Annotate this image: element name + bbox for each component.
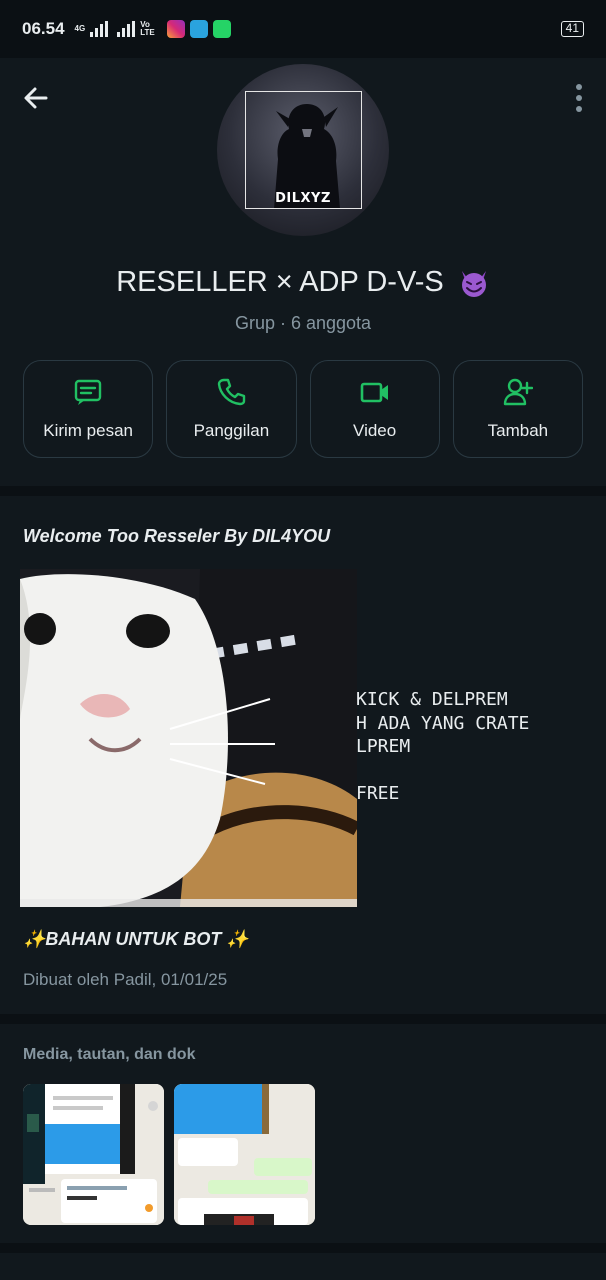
signal-icon <box>90 21 109 37</box>
video-icon <box>360 383 388 403</box>
media-thumbnail-1[interactable] <box>23 1084 164 1226</box>
section-divider <box>0 486 606 497</box>
volte-label: Vo LTE <box>140 20 155 37</box>
group-avatar[interactable]: DILXYZ <box>217 64 389 236</box>
whatsapp-business-icon <box>213 20 232 38</box>
signal-icon-2 <box>117 21 136 37</box>
description-bahan-text: ✨BAHAN UNTUK BOT ✨ <box>23 929 249 950</box>
instagram-icon <box>167 20 186 38</box>
add-person-icon <box>503 379 533 406</box>
avatar-logo-text: DILXYZ <box>275 191 331 206</box>
group-name-text: RESELLER × ADP D-V-S <box>116 266 444 298</box>
description-line-2: H ADA YANG CRATE <box>356 713 530 735</box>
media-thumbnails <box>23 1084 583 1226</box>
media-thumbnail-2[interactable] <box>174 1084 315 1226</box>
section-divider-2 <box>0 1014 606 1025</box>
description-line-5: FREE <box>356 783 400 805</box>
media-links-docs: Media, tautan, dan dok <box>0 1024 606 1244</box>
add-member-button[interactable]: Tambah <box>452 360 583 459</box>
call-button[interactable]: Panggilan <box>166 360 297 459</box>
group-header: DILXYZ RESELLER × ADP D-V-S Grup · 6 ang… <box>0 58 606 487</box>
send-message-button[interactable]: Kirim pesan <box>23 360 154 459</box>
video-call-label: Video <box>353 421 397 441</box>
video-call-button[interactable]: Video <box>309 360 440 459</box>
next-section-partial <box>0 1253 606 1280</box>
group-name[interactable]: RESELLER × ADP D-V-S <box>0 266 606 299</box>
media-section-title[interactable]: Media, tautan, dan dok <box>23 1046 583 1064</box>
battery-icon: 41 <box>560 21 584 37</box>
more-options-icon[interactable] <box>572 84 586 112</box>
status-time: 06.54 <box>22 19 65 38</box>
description-media: KICK & DELPREM H ADA YANG CRATE LPREM FR… <box>0 569 606 908</box>
add-member-label: Tambah <box>487 421 549 441</box>
message-icon <box>74 380 102 406</box>
description-created-by: Dibuat oleh Padil, 01/01/25 <box>23 970 228 990</box>
call-label: Panggilan <box>193 421 270 441</box>
action-buttons: Kirim pesan Panggilan Video Tambah <box>0 360 606 459</box>
smiling-devil-emoji-icon <box>461 271 486 298</box>
description-title: Welcome Too Resseler By DIL4YOU <box>23 526 331 547</box>
description-line-3: LPREM <box>356 736 411 758</box>
network-type: 4G <box>74 24 86 33</box>
send-message-label: Kirim pesan <box>43 421 133 441</box>
group-subtitle: Grup · 6 anggota <box>234 313 372 334</box>
description-line-1: KICK & DELPREM <box>356 689 508 711</box>
status-bar: 06.54 4G Vo LTE 41 <box>0 0 606 58</box>
cat-sticker-image[interactable] <box>20 569 357 908</box>
back-arrow-icon[interactable] <box>20 82 52 114</box>
telegram-icon <box>190 20 209 38</box>
status-icons: 4G Vo LTE <box>75 20 232 38</box>
phone-icon <box>218 379 246 406</box>
group-description[interactable]: Welcome Too Resseler By DIL4YOU KICK & D… <box>0 496 606 1015</box>
